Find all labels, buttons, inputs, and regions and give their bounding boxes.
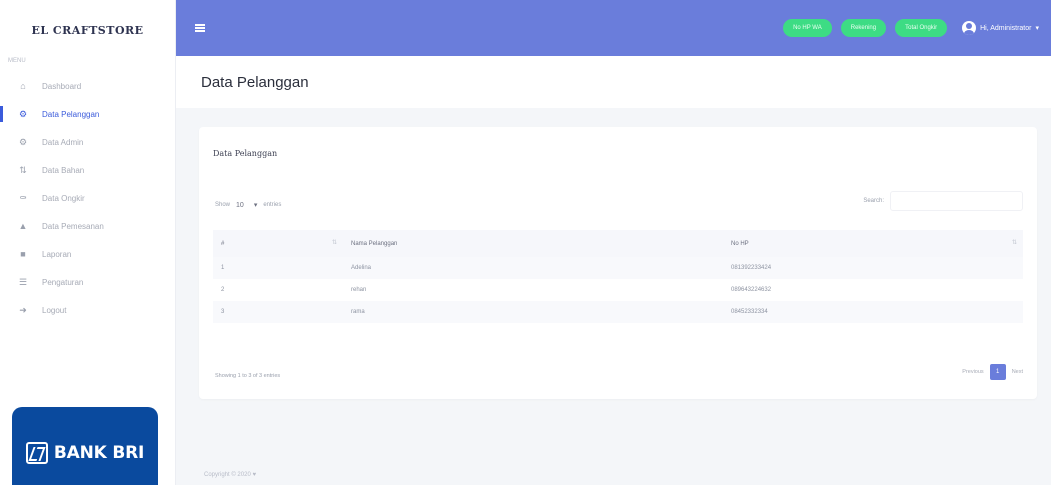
sidebar-item-laporan[interactable]: ■ Laporan xyxy=(0,240,175,268)
page-1-button[interactable]: 1 xyxy=(989,364,1006,380)
sidebar-item-dashboard[interactable]: ⌂ Dashboard xyxy=(0,72,175,100)
search-label: Search: xyxy=(863,198,884,204)
brand-name[interactable]: EL CRAFTSTORE xyxy=(0,0,175,60)
pagination: Previous 1 Next xyxy=(962,364,1023,380)
cell-nama: Adelina xyxy=(351,265,372,271)
customers-table: # ⇅ Nama Pelanggan No HP ⇅ 1 Adelina 081… xyxy=(213,230,1023,323)
sidebar-item-label: Data Pelanggan xyxy=(42,109,100,119)
sidebar: EL CRAFTSTORE MENU ⌂ Dashboard ⚙ Data Pe… xyxy=(0,0,176,485)
settings-icon: ☰ xyxy=(18,276,28,287)
cell-hp: 081392233424 xyxy=(731,265,772,271)
cart-icon: ▲ xyxy=(18,221,28,231)
cell-hp: 089643224632 xyxy=(731,287,772,293)
sort-icon: ⇅ xyxy=(331,240,337,246)
sidebar-menu: ⌂ Dashboard ⚙ Data Pelanggan ⚙ Data Admi… xyxy=(0,72,175,324)
rekening-button[interactable]: Rekening xyxy=(840,19,887,37)
entries-label: entries xyxy=(263,202,282,208)
page-title: Data Pelanggan xyxy=(201,73,309,91)
sort-icon: ⇅ xyxy=(1011,240,1017,246)
column-label: Nama Pelanggan xyxy=(351,240,398,247)
cell-hp: 08452332334 xyxy=(731,309,768,315)
menu-toggle-icon[interactable] xyxy=(195,24,205,32)
table-row: 2 rehan 089643224632 xyxy=(213,279,1023,301)
bri-label: BANK BRI xyxy=(53,443,145,463)
column-header-hp[interactable]: No HP ⇅ xyxy=(723,230,1023,257)
column-header-number[interactable]: # ⇅ xyxy=(213,230,343,257)
topbar: No HP WA Rekening Total Ongkir Hi, Admin… xyxy=(176,0,1051,56)
total-ongkir-button[interactable]: Total Ongkir xyxy=(895,19,948,37)
avatar-icon xyxy=(962,21,977,35)
sidebar-item-data-ongkir[interactable]: ⚰ Data Ongkir xyxy=(0,184,175,212)
table-row: 3 rama 08452332334 xyxy=(213,301,1023,323)
report-icon: ■ xyxy=(20,249,26,259)
previous-button[interactable]: Previous xyxy=(962,369,983,375)
column-header-nama[interactable]: Nama Pelanggan xyxy=(343,230,723,257)
chevron-down-icon: ▾ xyxy=(1035,25,1039,32)
box-icon: ⇅ xyxy=(19,164,27,175)
cell-number: 3 xyxy=(221,309,225,315)
cell-number: 2 xyxy=(221,287,225,293)
cell-nama: rama xyxy=(351,309,365,315)
show-label: Show xyxy=(215,202,231,208)
entries-select[interactable]: 10 ▾ xyxy=(236,201,258,210)
column-label: No HP xyxy=(731,240,749,247)
footer-copyright: Copyright © 2020 ♥ xyxy=(204,472,257,478)
sidebar-item-data-admin[interactable]: ⚙ Data Admin xyxy=(0,128,175,156)
menu-heading: MENU xyxy=(8,58,26,64)
search-control: Search: xyxy=(863,191,1023,211)
customers-card: Data Pelanggan Show 10 ▾ entries Search:… xyxy=(199,127,1037,399)
sidebar-item-label: Data Ongkir xyxy=(42,193,85,203)
sidebar-item-label: Dashboard xyxy=(42,81,82,91)
table-header-row: # ⇅ Nama Pelanggan No HP ⇅ xyxy=(213,230,1023,257)
no-hp-wa-button[interactable]: No HP WA xyxy=(783,19,832,37)
user-name: Hi, Administrator xyxy=(980,24,1032,32)
cell-nama: rehan xyxy=(351,287,367,293)
sidebar-item-label: Pengaturan xyxy=(42,277,84,287)
chevron-down-icon: ▾ xyxy=(253,202,258,209)
column-label: # xyxy=(221,240,225,247)
bri-logo-icon xyxy=(25,442,48,464)
user-cog-icon: ⚙ xyxy=(18,136,28,147)
user-menu[interactable]: Hi, Administrator ▾ xyxy=(962,21,1039,35)
next-button[interactable]: Next xyxy=(1012,369,1023,375)
home-icon: ⌂ xyxy=(20,81,26,91)
sidebar-item-label: Data Bahan xyxy=(42,165,85,175)
sidebar-item-logout[interactable]: ➜ Logout xyxy=(0,296,175,324)
sidebar-item-label: Laporan xyxy=(42,249,72,259)
truck-icon: ⚰ xyxy=(19,192,27,203)
sidebar-item-label: Logout xyxy=(42,305,67,315)
cell-number: 1 xyxy=(221,265,225,271)
sidebar-item-data-bahan[interactable]: ⇅ Data Bahan xyxy=(0,156,175,184)
entries-value: 10 xyxy=(236,201,244,209)
search-input[interactable] xyxy=(890,191,1023,211)
bank-bri-banner: BANK BRI xyxy=(12,407,158,485)
sidebar-item-data-pelanggan[interactable]: ⚙ Data Pelanggan xyxy=(0,100,175,128)
sidebar-item-data-pemesanan[interactable]: ▲ Data Pemesanan xyxy=(0,212,175,240)
card-title: Data Pelanggan xyxy=(213,149,278,158)
table-row: 1 Adelina 081392233424 xyxy=(213,257,1023,279)
sidebar-item-label: Data Admin xyxy=(42,137,84,147)
users-icon: ⚙ xyxy=(18,108,28,119)
sidebar-item-label: Data Pemesanan xyxy=(42,221,104,231)
entries-control: Show 10 ▾ entries xyxy=(215,201,282,210)
page-header: Data Pelanggan xyxy=(176,56,1051,108)
table-info: Showing 1 to 3 of 3 entries xyxy=(215,373,281,379)
sidebar-item-pengaturan[interactable]: ☰ Pengaturan xyxy=(0,268,175,296)
logout-icon: ➜ xyxy=(19,304,27,315)
